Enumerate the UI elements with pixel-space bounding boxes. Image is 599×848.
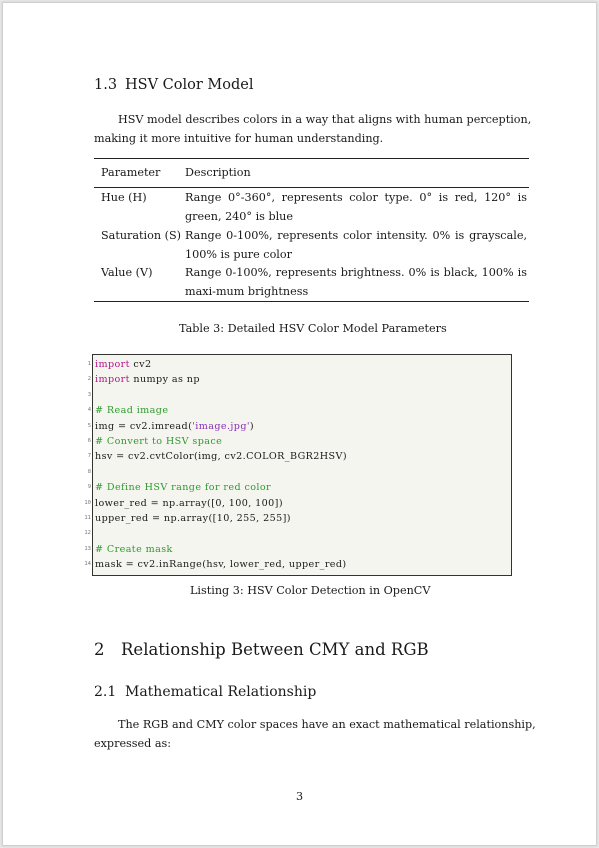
table-caption: Table 3: Detailed HSV Color Model Parame…: [179, 322, 447, 335]
table-cell-desc: Range 0-100%, represents color intensity…: [185, 229, 527, 261]
table-cell-param: Value (V): [101, 266, 153, 279]
math-relationship-paragraph: The RGB and CMY color spaces have an exa…: [94, 715, 536, 753]
section-heading-cmy-rgb: 2 Relationship Between CMY and RGB: [94, 640, 429, 659]
table-cell-param: Hue (H): [101, 191, 147, 204]
table-header-description: Description: [185, 166, 251, 179]
subsection-title: Mathematical Relationship: [125, 684, 317, 700]
subsection-number: 2.1: [94, 684, 117, 700]
code-line-number: 4: [87, 407, 91, 414]
code-text: img = cv2.imread(: [95, 420, 193, 432]
code-line-number: 11: [84, 515, 91, 521]
code-text: cv2: [129, 359, 152, 370]
table-cell-desc: Range 0-100%, represents brightness. 0% …: [185, 266, 527, 298]
code-comment: # Define HSV range for red color: [95, 482, 272, 494]
paragraph-line: HSV model describes colors in a way that…: [118, 113, 532, 126]
code-line: # Read image: [95, 405, 168, 416]
section-number: 2: [94, 640, 105, 659]
code-line-number: 5: [87, 422, 91, 429]
code-keyword: import: [95, 359, 130, 370]
table-cell-param: Saturation (S): [101, 229, 182, 242]
paragraph-line: making it more intuitive for human under…: [94, 132, 384, 145]
listing-caption: Listing 3: HSV Color Detection in OpenCV: [190, 584, 431, 597]
code-line: import numpy as np: [95, 374, 200, 385]
code-text: hsv = cv2.cvtColor(img, cv2.COLOR_BGR2HS…: [95, 451, 347, 463]
code-line: # Convert to HSV space: [95, 436, 222, 447]
code-comment: # Create mask: [95, 543, 173, 555]
code-line-number: 10: [84, 499, 91, 506]
code-line-number: 13: [84, 545, 91, 552]
code-line-number: 7: [87, 453, 91, 460]
table-header-parameter: Parameter: [101, 166, 161, 179]
code-line-number: 12: [84, 530, 91, 537]
hsv-intro-paragraph: HSV model describes colors in a way that…: [94, 110, 532, 148]
code-line: mask = cv2.inRange(hsv, lower_red, upper…: [95, 559, 347, 570]
document-page: 1.3 HSV Color Model HSV model describes c…: [2, 2, 597, 846]
subsection-heading-math: 2.1 Mathematical Relationship: [94, 684, 316, 700]
code-line-number: 8: [87, 468, 91, 475]
code-comment: # Read image: [95, 405, 169, 417]
code-text: lower_red = np.array([0, 100, 100]): [95, 497, 283, 509]
table-header-rule: [94, 187, 529, 188]
code-line: upper_red = np.array([10, 255, 255]): [95, 513, 291, 524]
code-string: 'image.jpg': [192, 420, 250, 432]
code-text: ): [249, 420, 255, 432]
code-line: # Define HSV range for red color: [95, 482, 271, 493]
subsection-number: 1.3: [94, 77, 118, 93]
section-title: Relationship Between CMY and RGB: [121, 640, 429, 659]
code-line-number: 9: [87, 484, 91, 491]
table-cell-desc: Range 0°-360°, represents color type. 0°…: [185, 191, 527, 223]
code-line: # Create mask: [95, 544, 173, 555]
code-line: import cv2: [95, 359, 151, 370]
table-bottom-rule: [94, 301, 529, 302]
code-comment: # Convert to HSV space: [95, 436, 223, 447]
paragraph-line: The RGB and CMY color spaces have an exa…: [118, 718, 536, 731]
page-number: 3: [296, 790, 304, 803]
code-line-number: 2: [87, 376, 91, 383]
code-text: mask = cv2.inRange(hsv, lower_red, upper…: [95, 559, 347, 571]
code-line: hsv = cv2.cvtColor(img, cv2.COLOR_BGR2HS…: [95, 451, 347, 462]
paragraph-line: expressed as:: [94, 737, 172, 750]
table-top-rule: [94, 158, 529, 159]
subsection-heading-hsv: 1.3 HSV Color Model: [94, 77, 253, 93]
subsection-title: HSV Color Model: [125, 77, 254, 93]
code-line: img = cv2.imread('image.jpg'): [95, 421, 254, 432]
code-keyword: import: [95, 374, 130, 386]
code-line-number: 3: [87, 391, 91, 398]
code-line-number: 14: [84, 561, 91, 568]
code-line-number: 6: [87, 438, 91, 444]
code-text: numpy as np: [129, 374, 200, 386]
code-text: upper_red = np.array([10, 255, 255]): [95, 513, 291, 524]
code-line: lower_red = np.array([0, 100, 100]): [95, 498, 283, 509]
code-listing-box: [92, 354, 512, 576]
code-line-number: 1: [87, 361, 91, 367]
